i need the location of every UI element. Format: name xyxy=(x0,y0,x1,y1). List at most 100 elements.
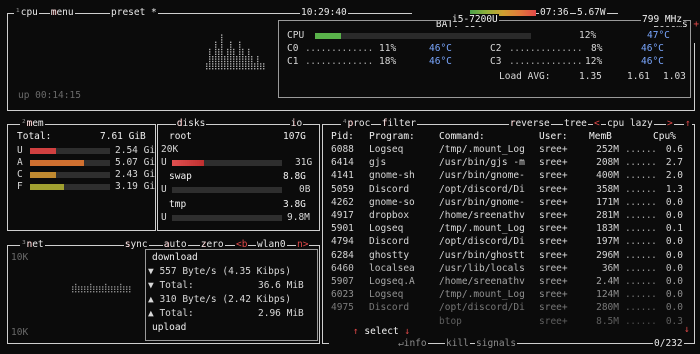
process-row[interactable]: 4141 gnome-sh/usr/bin/gnome-sree+ 400M 2.0.… xyxy=(323,170,694,182)
proc-info-label: info xyxy=(403,338,427,349)
cpu-total-meter xyxy=(315,33,531,39)
process-program: Discord xyxy=(369,302,410,314)
net-graph-dot xyxy=(117,291,119,293)
col-program[interactable]: Program: xyxy=(369,131,415,143)
mem-row-meter xyxy=(30,172,110,178)
col-mem[interactable]: MemB xyxy=(589,131,612,143)
cpu-graph-dot xyxy=(218,68,220,70)
col-command[interactable]: Command: xyxy=(439,131,485,143)
proc-signals-button[interactable]: signals xyxy=(475,338,518,350)
process-row[interactable]: 6460 localsea/usr/lib/locals sree+ 36M 0.0..… xyxy=(323,263,694,275)
net-graph-dot xyxy=(99,288,101,290)
proc-filter-button[interactable]: ffilter xyxy=(381,118,418,130)
scroll-up-icon[interactable]: ↑ xyxy=(684,118,692,130)
proc-title[interactable]: ⁴pproc xyxy=(341,118,372,130)
proc-tree-toggle[interactable]: tree xyxy=(563,118,588,130)
proc-sort-prev-button[interactable]: < xyxy=(593,118,601,130)
cpu-graph-dot xyxy=(239,53,241,55)
process-program: ghostty xyxy=(369,249,410,261)
proc-info-button[interactable]: ↵info xyxy=(397,338,428,350)
disk-root-meter-fill xyxy=(172,160,204,166)
process-cpu-meter: ...... xyxy=(625,196,657,208)
process-row[interactable]: 6023 Logseq/tmp/.mount_Log sree+ 124M 0.0...… xyxy=(323,289,694,301)
process-row[interactable]: 6088 Logseq/tmp/.mount_Log sree+ 252M 0.6...… xyxy=(323,144,694,156)
cpu-graph-dot xyxy=(230,68,232,70)
process-cpu: 2.7 xyxy=(665,157,683,169)
cpu-box: ¹cpu mmenu preset * 10:29:40 BAT↓ 95% 07… xyxy=(7,7,700,111)
net-graph-dot xyxy=(123,291,125,293)
process-row[interactable]: 4262 gnome-so/usr/bin/gnome-sree+ 171M 0.0.… xyxy=(323,197,694,209)
core-c0-percent: 11% xyxy=(379,43,397,54)
cpu-graph-dot xyxy=(224,58,226,60)
process-row[interactable]: 6414 gjs/usr/bin/gjs -m sree+ 208M 2.7...... xyxy=(323,157,694,169)
net-graph-dot xyxy=(120,288,122,290)
net-graph-dot xyxy=(84,291,86,293)
mem-title[interactable]: ²mmem xyxy=(20,118,45,130)
col-pid[interactable]: Pid: xyxy=(331,131,354,143)
process-cpu: 2.0 xyxy=(665,170,683,182)
process-row[interactable]: 5907 Logseq.A/home/sreenathv sree+ 2.4M 0.0.… xyxy=(323,276,694,288)
cpu-graph-dot xyxy=(239,60,241,63)
net-graph-dot xyxy=(93,286,95,288)
cpu-graph-dot xyxy=(209,63,211,65)
process-row[interactable]: 6284 ghostty/usr/bin/ghostt sree+ 296M 0.0..… xyxy=(323,250,694,262)
cpu-graph-dot xyxy=(248,51,250,53)
disks-title[interactable]: ddisks xyxy=(176,118,207,130)
cpu-graph-dot xyxy=(257,56,259,58)
process-row[interactable]: 5059 Discord/opt/discord/Di sree+ 358M 1.3..… xyxy=(323,184,694,196)
cpu-graph-dot xyxy=(254,68,256,70)
cpu-graph-dot xyxy=(224,68,226,70)
cpu-graph-dot xyxy=(212,65,214,67)
proc-reverse-toggle[interactable]: rreverse xyxy=(509,118,551,130)
disk-root-name: root xyxy=(169,131,192,142)
net-graph-dot xyxy=(117,288,119,290)
cpu-graph-dot xyxy=(209,51,211,53)
proc-reverse-label: reverse xyxy=(509,118,550,129)
net-upload-total-value: 2.96 MiB xyxy=(258,308,304,319)
net-upload-label: upload xyxy=(152,322,187,333)
cpu-graph-dot xyxy=(218,60,220,63)
process-user: sree+ xyxy=(539,196,568,208)
mem-row-label: A xyxy=(17,157,23,168)
cpu-graph-dot xyxy=(218,56,220,58)
proc-sort-next-button[interactable]: > xyxy=(666,118,674,130)
cpu-graph-dot xyxy=(236,56,238,58)
cpu-graph-dot xyxy=(248,56,250,58)
mem-row-meter-fill xyxy=(30,148,57,154)
proc-signals-label: signals xyxy=(476,338,517,349)
net-graph-dot xyxy=(75,291,77,293)
net-graph-dot xyxy=(108,286,110,288)
scroll-down-icon[interactable]: ↓ xyxy=(684,324,690,336)
cpu-graph-dot xyxy=(230,58,232,60)
net-graph-dot xyxy=(105,288,107,290)
net-graph-dot xyxy=(72,291,74,293)
core-c2-percent: 8% xyxy=(591,43,603,54)
select-down-arrow-icon[interactable]: ↓ xyxy=(404,326,410,337)
col-user[interactable]: User: xyxy=(539,131,568,143)
net-graph-dot xyxy=(126,291,128,293)
cpu-graph-dot xyxy=(212,58,214,60)
process-mem: 8.5M xyxy=(596,315,619,327)
cpu-graph-dot xyxy=(215,63,217,65)
proc-kill-button[interactable]: kill xyxy=(445,338,470,350)
process-row[interactable]: 5901 Logseq/tmp/.mount_Log sree+ 183M 0.1...… xyxy=(323,223,694,235)
process-row[interactable]: 4975 Discord/opt/discord/Di sree+ 280M 0.0..… xyxy=(323,302,694,314)
cpu-graph-dot xyxy=(248,65,250,67)
cpu-info-box: i5-7200U 799 MHz CPU 12% 47°C C0 .......… xyxy=(278,14,691,98)
process-row[interactable]: 4917 dropbox/home/sreenathv sree+ 281M 0.0..… xyxy=(323,210,694,222)
select-up-arrow-icon[interactable]: ↑ xyxy=(353,326,359,337)
cpu-graph-dot xyxy=(215,58,217,60)
proc-sort-selector[interactable]: cpu lazy xyxy=(606,118,654,130)
disks-io-toggle[interactable]: iio xyxy=(290,118,304,130)
net-graph-dot xyxy=(90,286,92,288)
col-cpu[interactable]: Cpu% xyxy=(653,131,676,143)
process-mem: 2.4M xyxy=(596,276,619,287)
process-row[interactable]: 4794 Discord/opt/discord/Di sree+ 197M 0.0..… xyxy=(323,236,694,248)
process-command: /tmp/.mount_Log xyxy=(439,289,525,301)
process-command: /usr/bin/gjs -m xyxy=(439,157,525,169)
cpu-graph-dot xyxy=(233,48,235,51)
process-user: sree+ xyxy=(539,170,568,182)
cpu-graph-dot xyxy=(233,63,235,65)
net-graph-dot xyxy=(120,286,122,288)
disk-tmp-size: 3.8G xyxy=(283,199,306,210)
